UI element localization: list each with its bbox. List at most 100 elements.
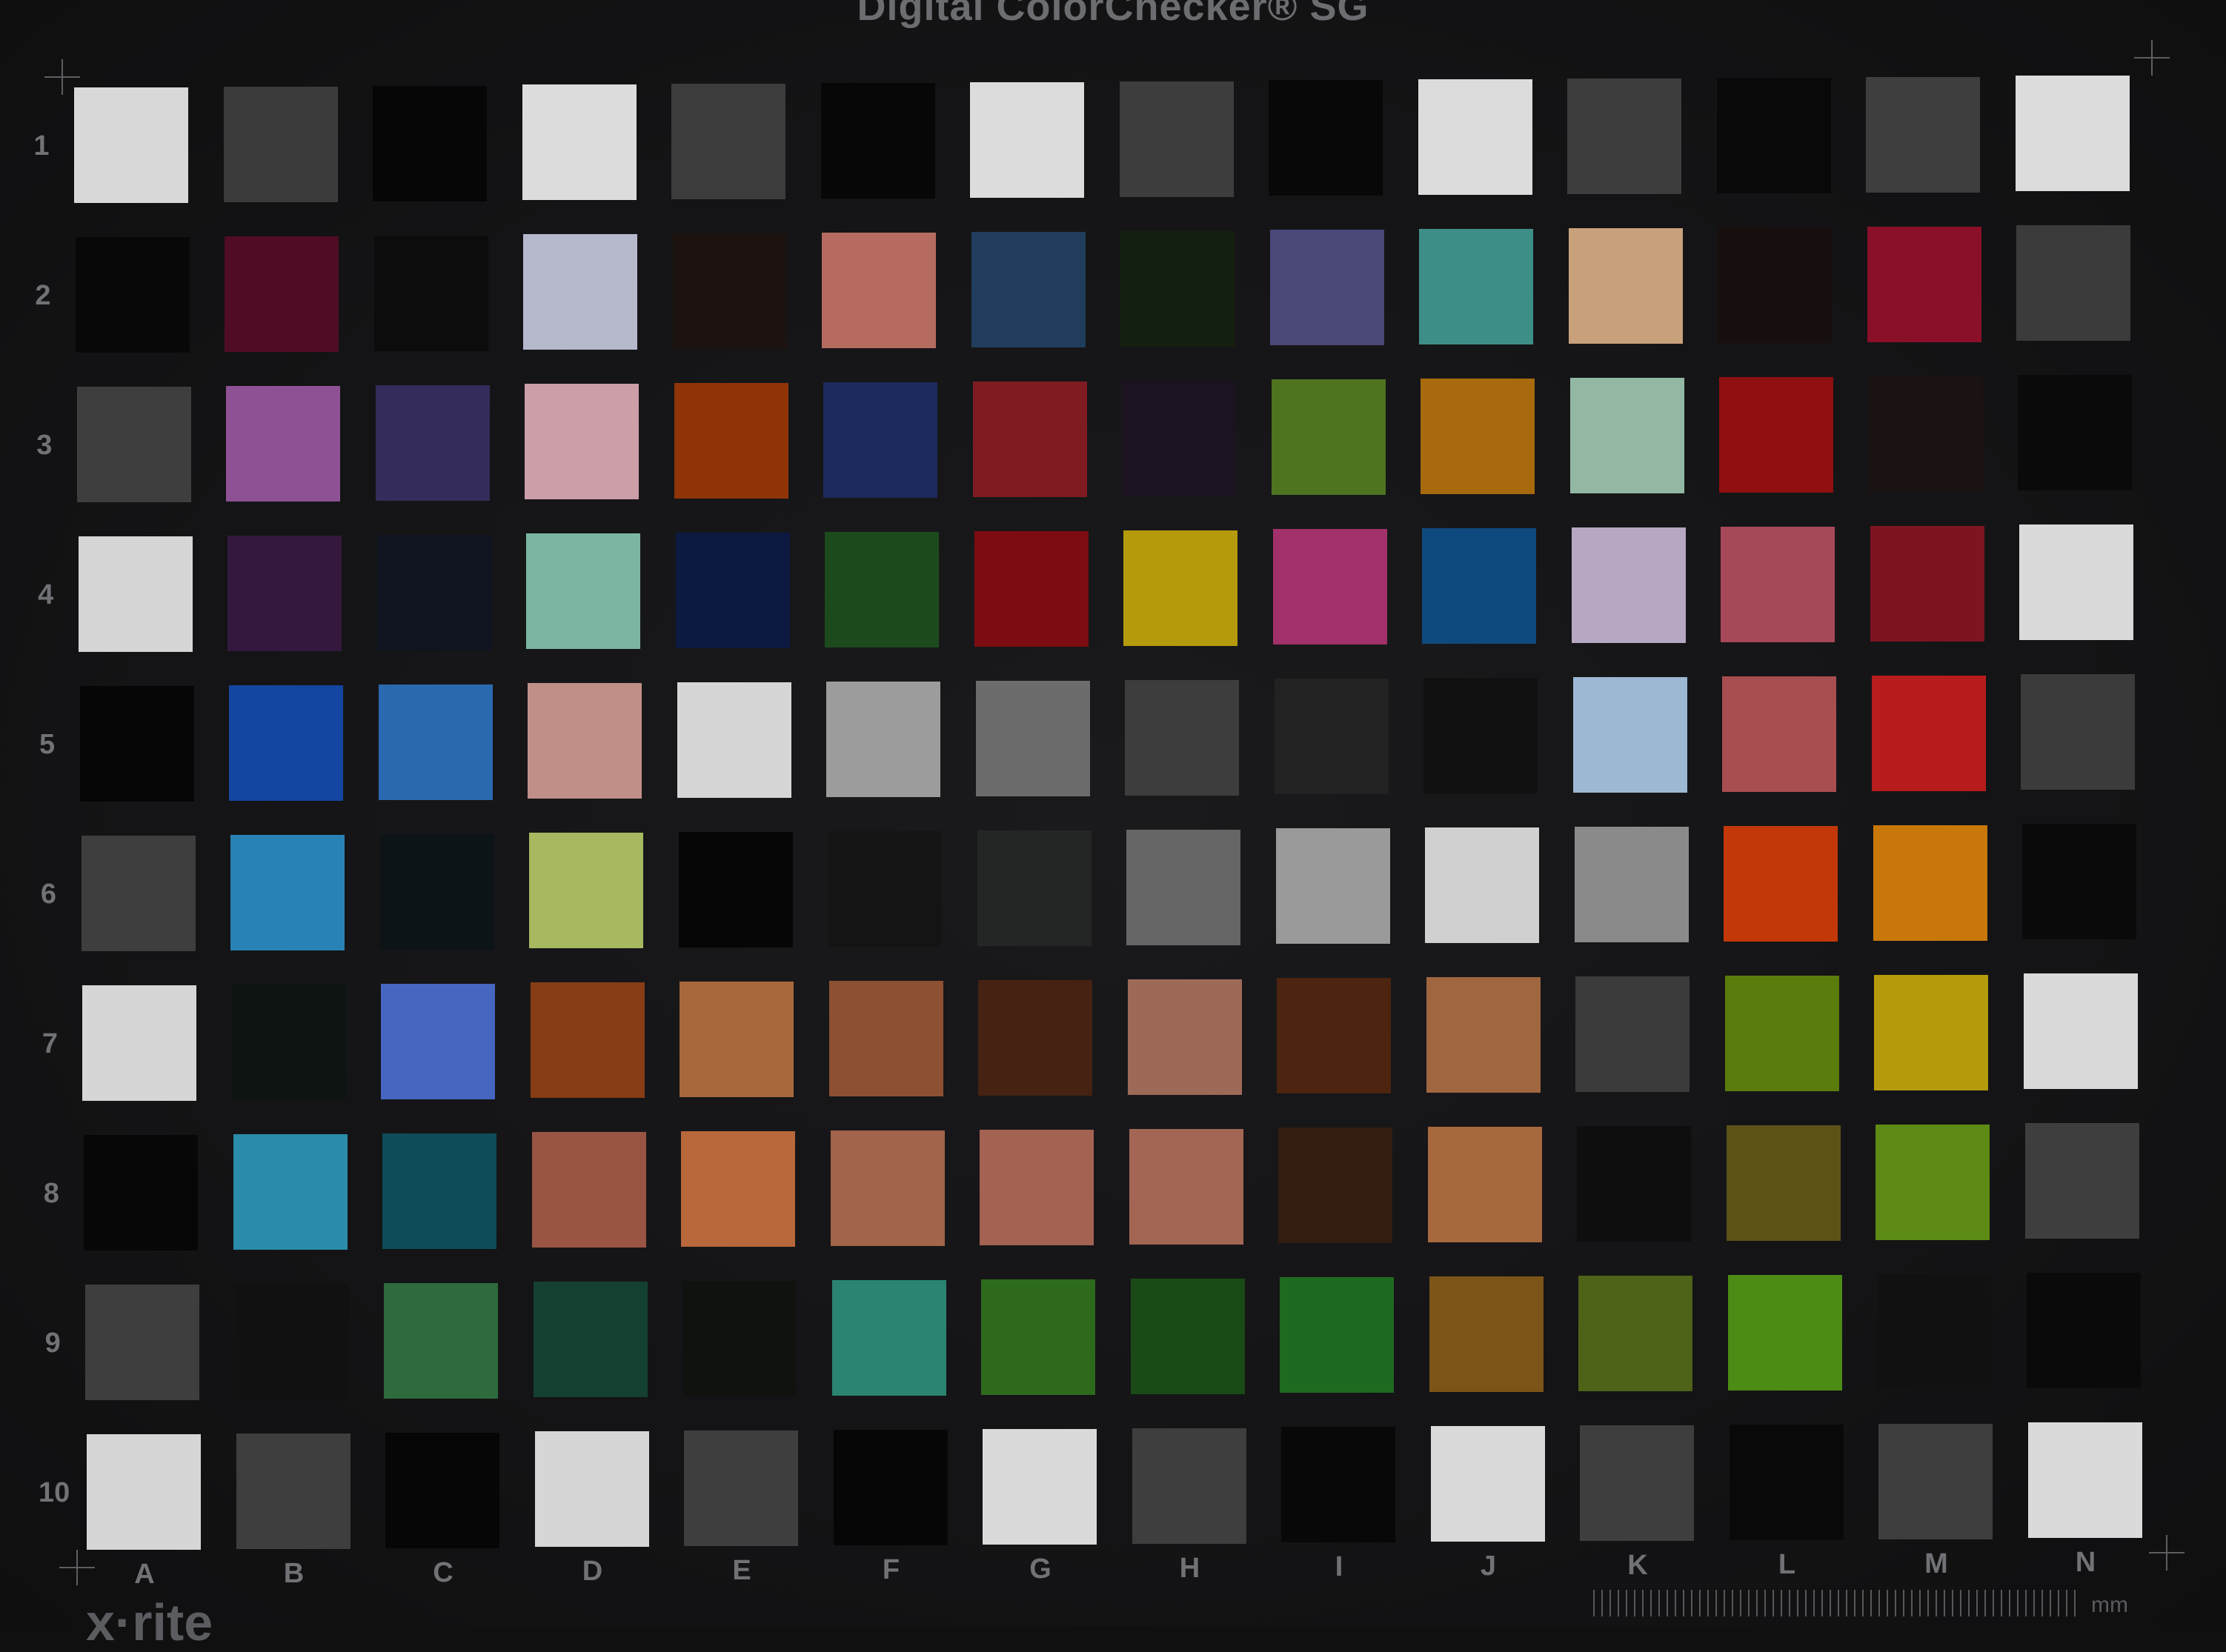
- row-label: 10: [38, 1477, 70, 1508]
- color-patch-L2: [1718, 227, 1833, 343]
- color-patch-J2: [1419, 229, 1534, 345]
- color-patch-J4: [1422, 528, 1537, 645]
- color-patch-E1: [671, 84, 785, 200]
- row-label: 6: [40, 879, 57, 910]
- color-patch-M10: [1878, 1423, 1993, 1539]
- color-patch-C4: [376, 534, 491, 650]
- color-patch-L3: [1719, 376, 1834, 493]
- color-patch-E5: [677, 682, 791, 799]
- column-label: M: [1924, 1548, 1948, 1579]
- colorchecker-chart: Digital ColorChecker® SG 1 2 3 4 5 6 7 8 9 10 A B C…: [0, 0, 2226, 1651]
- color-patch-K7: [1575, 976, 1690, 1092]
- color-patch-I1: [1269, 80, 1383, 196]
- color-patch-F5: [826, 682, 941, 797]
- column-label: N: [2075, 1547, 2096, 1579]
- color-patch-G1: [970, 81, 1084, 198]
- color-patch-B4: [227, 535, 342, 651]
- color-patch-J9: [1429, 1276, 1544, 1393]
- column-label: D: [582, 1556, 603, 1588]
- color-patch-G8: [980, 1129, 1094, 1245]
- column-label: H: [1179, 1552, 1200, 1584]
- color-patch-F1: [820, 83, 935, 199]
- color-patch-G9: [981, 1279, 1096, 1395]
- color-patch-E4: [675, 533, 790, 649]
- color-patch-C6: [379, 833, 494, 950]
- color-patch-A7: [82, 985, 197, 1101]
- column-label: A: [134, 1559, 155, 1590]
- color-patch-N8: [2024, 1123, 2139, 1239]
- color-patch-G5: [975, 680, 1090, 796]
- column-label: I: [1335, 1551, 1343, 1583]
- chart-title: Digital ColorChecker® SG: [857, 0, 1369, 29]
- color-patch-B5: [229, 685, 344, 801]
- color-patch-M5: [1871, 675, 1986, 791]
- color-patch-H9: [1130, 1278, 1245, 1394]
- color-patch-M7: [1874, 974, 1989, 1090]
- color-patch-E8: [681, 1131, 796, 1248]
- color-patch-M2: [1867, 226, 1981, 342]
- color-patch-E10: [684, 1430, 799, 1547]
- color-patch-D5: [528, 683, 642, 799]
- color-patch-M6: [1873, 825, 1987, 941]
- color-patch-I7: [1277, 978, 1392, 1094]
- column-label: J: [1480, 1551, 1497, 1582]
- color-patch-H7: [1127, 979, 1242, 1095]
- color-patch-A8: [84, 1135, 199, 1250]
- color-patch-F9: [831, 1280, 946, 1396]
- color-patch-C7: [381, 983, 496, 1099]
- color-patch-I4: [1272, 529, 1387, 645]
- row-label: 4: [38, 579, 54, 610]
- color-patch-I2: [1269, 230, 1384, 346]
- color-patch-D6: [529, 833, 643, 949]
- ruler-unit-label: mm: [2091, 1593, 2128, 1617]
- color-patch-N9: [2026, 1273, 2141, 1389]
- column-label: G: [1029, 1553, 1051, 1585]
- color-patch-E7: [680, 982, 794, 1098]
- color-patch-L4: [1721, 526, 1835, 642]
- column-label: K: [1627, 1550, 1648, 1581]
- color-patch-B7: [231, 984, 346, 1100]
- color-patch-A9: [85, 1285, 200, 1400]
- color-patch-C8: [382, 1133, 497, 1249]
- column-label: L: [1778, 1548, 1796, 1580]
- color-patch-L10: [1729, 1424, 1844, 1540]
- color-patch-E9: [682, 1281, 797, 1397]
- color-patch-J8: [1427, 1127, 1542, 1243]
- color-patch-G6: [977, 830, 1092, 946]
- color-patch-L5: [1722, 676, 1837, 792]
- color-patch-B2: [225, 236, 339, 352]
- color-patch-I10: [1281, 1427, 1396, 1543]
- color-patch-J10: [1430, 1426, 1545, 1542]
- color-patch-B1: [223, 86, 338, 202]
- color-patch-G10: [983, 1428, 1097, 1545]
- color-patch-A2: [75, 237, 190, 353]
- color-patch-L7: [1724, 975, 1839, 1091]
- color-patch-L9: [1727, 1274, 1842, 1390]
- color-patch-B3: [226, 385, 341, 502]
- row-label: 8: [43, 1178, 59, 1209]
- color-patch-A6: [81, 836, 196, 951]
- color-patch-K1: [1567, 79, 1681, 194]
- color-patch-F2: [822, 233, 937, 348]
- color-patch-D4: [526, 533, 641, 650]
- color-patch-B6: [230, 834, 345, 950]
- color-patch-I3: [1271, 379, 1386, 496]
- color-patch-K4: [1571, 527, 1686, 643]
- row-label: 9: [44, 1328, 61, 1359]
- color-patch-N3: [2018, 375, 2133, 491]
- color-patch-G2: [971, 231, 1086, 347]
- color-patch-H2: [1120, 230, 1235, 347]
- color-patch-H1: [1119, 81, 1234, 197]
- color-patch-I6: [1275, 828, 1390, 945]
- color-patch-H8: [1129, 1128, 1243, 1245]
- column-label: C: [433, 1556, 453, 1588]
- color-patch-A5: [79, 686, 194, 802]
- color-patch-C9: [384, 1282, 499, 1399]
- color-patch-G4: [974, 530, 1089, 647]
- color-patch-E6: [678, 832, 793, 948]
- color-patch-D2: [523, 234, 638, 350]
- color-patch-H10: [1132, 1428, 1246, 1544]
- registration-mark-top-right: [2134, 40, 2170, 76]
- color-patch-K6: [1574, 827, 1689, 942]
- color-patch-N5: [2021, 674, 2136, 790]
